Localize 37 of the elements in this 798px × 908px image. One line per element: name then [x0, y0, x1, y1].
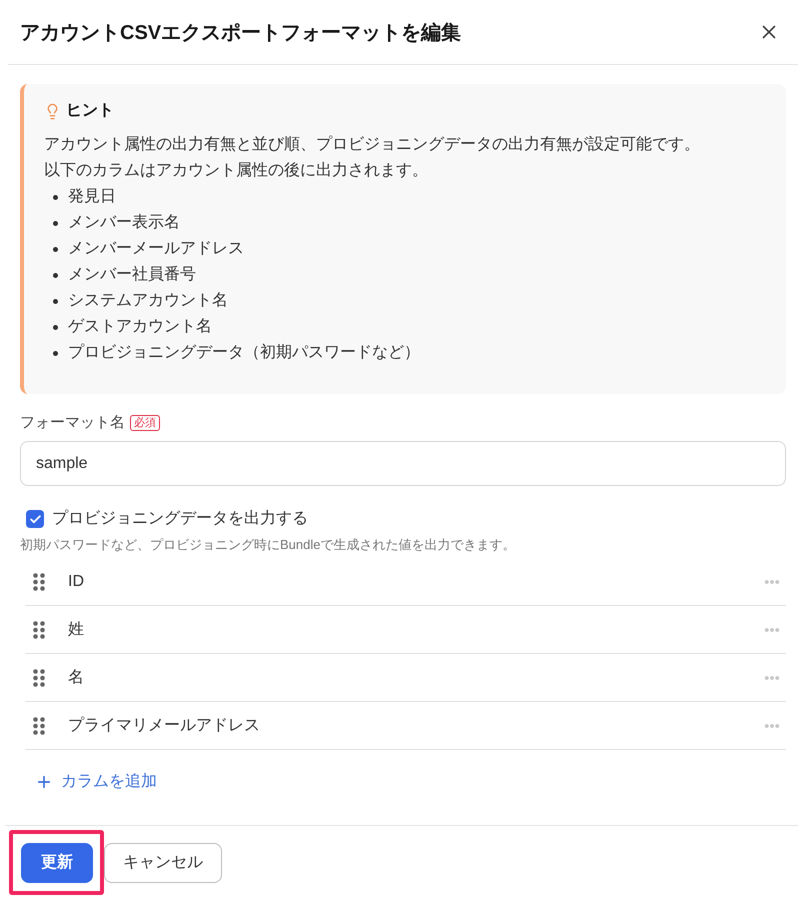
format-name-input[interactable]: sample [20, 441, 786, 486]
hint-list-item: メンバーメールアドレス [68, 239, 244, 259]
bullet-icon [53, 272, 58, 278]
plus-icon [35, 773, 53, 791]
drag-handle-icon[interactable] [33, 668, 45, 686]
drag-handle-icon[interactable] [33, 620, 45, 638]
hint-list-item: メンバー表示名 [68, 212, 180, 233]
bullet-icon [53, 298, 58, 304]
cancel-button[interactable]: キャンセル [104, 843, 222, 883]
hint-heading: ヒント [66, 101, 114, 121]
column-name: プライマリメールアドレス [68, 716, 261, 736]
help-text: 初期パスワードなど、プロビジョニング時にBundleで生成された値を出力できます。 [20, 536, 516, 554]
hint-list-item: ゲストアカウント名 [68, 317, 212, 337]
field-label: フォーマット名 [20, 412, 125, 433]
dialog-title: アカウントCSVエクスポートフォーマットを編集 [20, 21, 462, 46]
column-name: 名 [68, 668, 85, 688]
required-badge: 必須 [130, 415, 160, 431]
hint-list-item: プロビジョニングデータ（初期パスワードなど） [68, 342, 420, 363]
bullet-icon [53, 350, 58, 356]
hint-list-item: 発見日 [68, 187, 116, 207]
column-name: ID [68, 572, 85, 592]
add-column-button[interactable]: カラムを追加 [35, 770, 157, 794]
bullet-icon [53, 194, 58, 200]
hint-text: 以下のカラムはアカウント属性の後に出力されます。 [44, 160, 429, 181]
checkbox[interactable] [26, 510, 44, 528]
hint-list-item: メンバー社員番号 [68, 264, 196, 285]
column-name: 姓 [68, 620, 85, 640]
bullet-icon [53, 246, 58, 252]
checkbox-label[interactable]: プロビジョニングデータを出力する [52, 507, 308, 531]
update-button[interactable]: 更新 [21, 843, 93, 883]
bullet-icon [53, 324, 58, 330]
hint-list-item: システムアカウント名 [68, 291, 228, 311]
hint-text: アカウント属性の出力有無と並び順、プロビジョニングデータの出力有無が設定可能です。 [44, 134, 701, 155]
check-icon [28, 512, 42, 526]
bullet-icon [53, 220, 58, 226]
drag-handle-icon[interactable] [33, 572, 45, 590]
drag-handle-icon[interactable] [33, 716, 45, 734]
